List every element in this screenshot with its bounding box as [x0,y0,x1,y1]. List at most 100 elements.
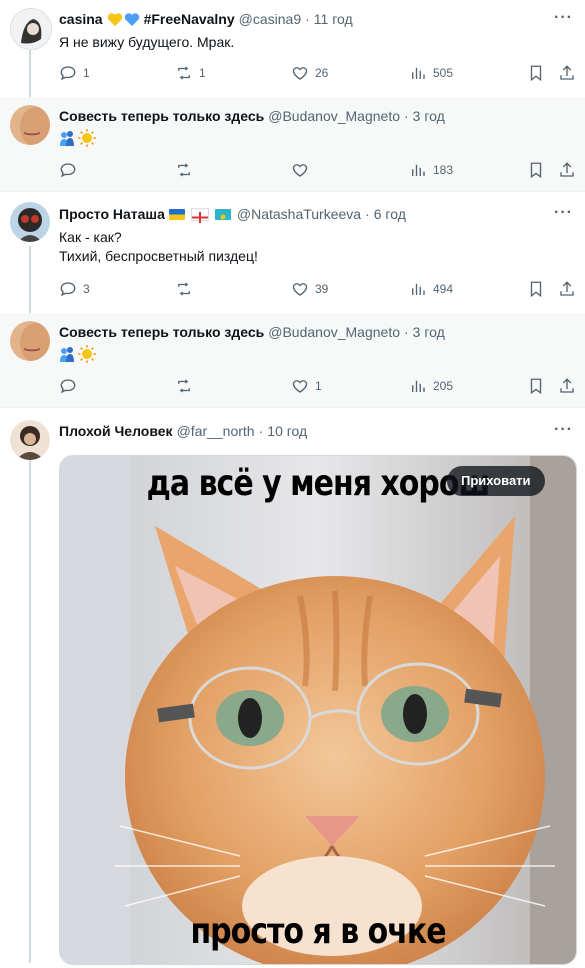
like-button[interactable]: 26 [291,63,328,83]
timestamp[interactable]: 6 год [374,205,406,223]
avatar-image [10,202,50,242]
separator: · [404,324,409,340]
reply-button[interactable]: 1 [59,63,90,83]
reply-icon [60,163,76,178]
views-button[interactable]: 494 [409,279,453,299]
views-count: 183 [433,163,454,177]
tweet-natasha[interactable]: Просто Наташа @NatashaTurkeeva · 6 год ·… [0,192,585,312]
separator: · [365,206,370,222]
repost-button[interactable] [175,160,193,180]
like-button[interactable]: 39 [291,279,328,299]
display-name[interactable]: Совесть теперь только здесь [59,323,264,341]
avatar-image [10,321,50,361]
views-icon [412,380,425,392]
share-button[interactable] [558,160,576,180]
more-icon[interactable]: ··· [554,10,573,26]
heart-icon [292,67,308,80]
separator: · [404,108,409,124]
tweet-emojis [59,129,97,152]
repost-icon [178,282,190,296]
timestamp[interactable]: 10 год [267,422,307,440]
display-name[interactable]: Просто Наташа [59,205,165,223]
handle[interactable]: @casina9 [239,10,301,28]
timestamp[interactable]: 3 год [413,107,445,125]
share-button[interactable] [558,279,576,299]
like-count: 1 [315,379,322,393]
avatar[interactable] [10,420,50,460]
hearts-emoji [107,12,140,27]
action-bar: 1 205 [59,376,574,396]
views-icon [412,283,425,295]
tweet-text: Я не вижу будущего. Мрак. [59,33,234,52]
share-button[interactable] [558,63,576,83]
avatar[interactable] [10,202,50,242]
hugging-people-and-sun-emoji [60,345,96,363]
display-name[interactable]: Плохой Человек [59,422,173,440]
tweet-casina[interactable]: casina #FreeNavalny @casina9 · 11 год ··… [0,0,585,97]
bookmark-button[interactable] [527,63,545,83]
display-name[interactable]: casina [59,10,103,28]
reply-count: 1 [83,66,90,80]
action-bar: 1 1 26 505 [59,63,574,83]
timestamp[interactable]: 3 год [413,323,445,341]
tweet-media-image[interactable]: да всё у меня хорош просто я в очке [59,455,577,965]
share-icon [560,65,574,80]
reply-icon [60,379,76,394]
hugging-people-and-sun-emoji [60,129,96,147]
repost-button[interactable]: 1 [175,63,206,83]
repost-icon [178,66,190,80]
avatar[interactable] [10,105,50,145]
views-count: 205 [433,379,454,393]
tweet-header: Совесть теперь только здесь @Budanov_Mag… [59,323,445,341]
separator: · [258,423,264,439]
repost-button[interactable] [175,376,193,396]
bookmark-button[interactable] [527,160,545,180]
tweet-header: Просто Наташа @NatashaTurkeeva · 6 год [59,205,406,223]
handle[interactable]: @far__north [177,422,255,440]
timestamp[interactable]: 11 год [314,10,353,28]
reply-icon [60,66,76,81]
flag-ukraine-icon [168,208,185,220]
hide-media-button[interactable]: Приховати [447,466,545,496]
repost-button[interactable] [175,279,193,299]
heart-icon [292,380,308,393]
reply-button[interactable]: 3 [59,279,90,299]
tweet-budanov-1[interactable]: Совесть теперь только здесь @Budanov_Mag… [0,97,585,191]
more-icon[interactable]: ··· [554,422,573,438]
tweet-header: Плохой Человек @far__north · 10 год [59,422,307,440]
like-button[interactable]: 1 [291,376,322,396]
views-button[interactable]: 505 [409,63,453,83]
avatar[interactable] [10,321,50,361]
bookmark-button[interactable] [527,279,545,299]
bookmark-icon [530,281,542,298]
heart-icon [292,164,308,177]
handle[interactable]: @NatashaTurkeeva [237,205,361,223]
share-icon [560,378,574,393]
avatar[interactable] [10,8,52,50]
action-bar: 183 [59,160,574,180]
flag-kazakhstan-icon [214,208,231,220]
reply-count: 3 [83,282,90,296]
tweet-header: casina #FreeNavalny @casina9 · 11 год [59,10,353,28]
views-icon [412,164,425,176]
display-name[interactable]: Совесть теперь только здесь [59,107,264,125]
views-button[interactable]: 183 [409,160,453,180]
reply-button[interactable] [59,376,77,396]
meme-bottom-text: просто я в очке [190,910,446,953]
tweet-line: Тихий, беспросветный пиздец! [59,248,258,264]
share-button[interactable] [558,376,576,396]
tweet-budanov-2[interactable]: Совесть теперь только здесь @Budanov_Mag… [0,313,585,407]
bookmark-button[interactable] [527,376,545,396]
more-icon[interactable]: ··· [554,205,573,221]
tweet-emojis [59,345,97,368]
display-name-suffix: #FreeNavalny [143,11,235,27]
bookmark-icon [530,378,542,395]
handle[interactable]: @Budanov_Magneto [268,323,400,341]
like-button[interactable] [291,160,309,180]
handle[interactable]: @Budanov_Magneto [268,107,400,125]
reply-button[interactable] [59,160,77,180]
views-button[interactable]: 205 [409,376,453,396]
heart-icon [292,283,308,296]
views-icon [412,67,425,79]
repost-count: 1 [199,66,206,80]
